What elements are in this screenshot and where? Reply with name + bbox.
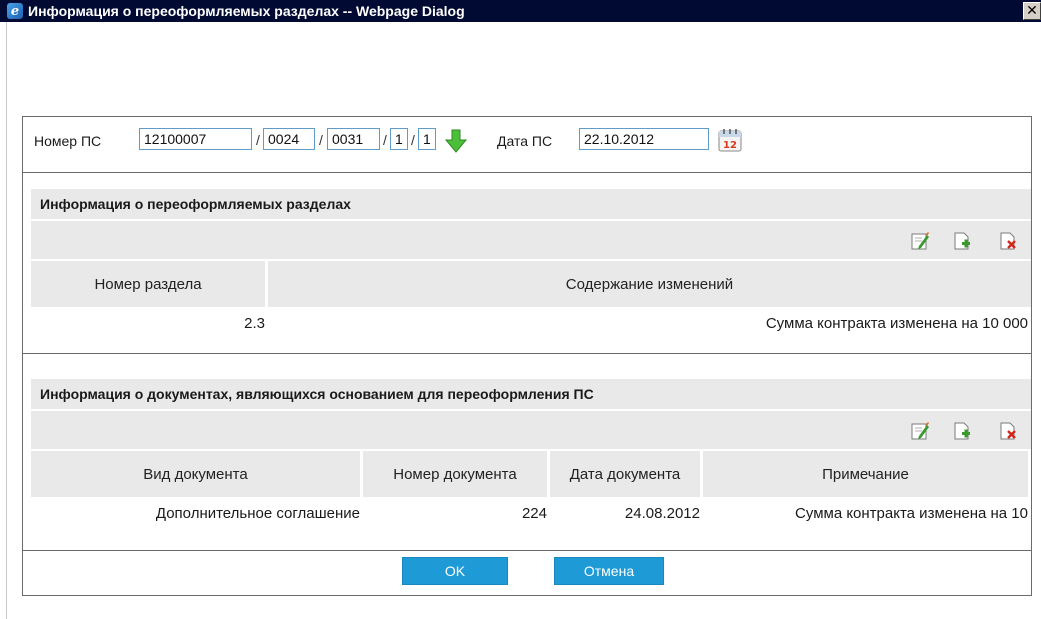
sections-table-header: Номер раздела Содержание изменений xyxy=(31,261,1031,307)
ps-number-part4-input[interactable]: 1 xyxy=(390,128,408,150)
ps-number-part3-input[interactable]: 0031 xyxy=(327,128,380,150)
column-header: Номер документа xyxy=(363,451,547,497)
column-header: Номер раздела xyxy=(31,261,265,307)
window-titlebar: e Информация о переоформляемых разделах … xyxy=(0,0,1041,22)
add-icon[interactable] xyxy=(953,422,971,440)
ps-date-label: Дата ПС xyxy=(497,133,553,149)
sections-header: Информация о переоформляемых разделах xyxy=(31,189,1031,219)
window-left-edge xyxy=(6,22,7,619)
close-icon[interactable]: ✕ xyxy=(1023,2,1041,20)
documents-block: Информация о документах, являющихся осно… xyxy=(31,379,1031,529)
ps-number-label: Номер ПС xyxy=(34,133,102,149)
table-row[interactable]: Дополнительное соглашение 224 24.08.2012… xyxy=(31,497,1031,529)
delete-icon[interactable] xyxy=(999,232,1017,250)
delete-icon[interactable] xyxy=(999,422,1017,440)
section-number-cell: 2.3 xyxy=(244,314,265,332)
divider xyxy=(23,172,1031,173)
ps-row: Номер ПС 12100007 / 0024 / 0031 / 1 / 1 … xyxy=(23,117,1031,169)
sections-toolbar xyxy=(31,221,1031,259)
ie-icon: e xyxy=(7,3,23,19)
separator-slash: / xyxy=(411,132,415,148)
down-arrow-icon[interactable] xyxy=(445,129,467,153)
ps-number-part2-input[interactable]: 0024 xyxy=(263,128,315,150)
svg-text:12: 12 xyxy=(723,140,737,151)
edit-icon[interactable] xyxy=(911,232,929,250)
calendar-icon[interactable]: 12 xyxy=(718,128,742,152)
window-title: Информация о переоформляемых разделах --… xyxy=(28,3,465,19)
note-cell: Сумма контракта изменена на 10 xyxy=(795,504,1028,522)
add-icon[interactable] xyxy=(953,232,971,250)
sections-block: Информация о переоформляемых разделах Но… xyxy=(31,189,1031,339)
documents-table-header: Вид документа Номер документа Дата докум… xyxy=(31,451,1031,497)
documents-toolbar xyxy=(31,411,1031,449)
separator-slash: / xyxy=(383,132,387,148)
divider xyxy=(23,550,1031,551)
ps-number-part5-input[interactable]: 1 xyxy=(418,128,436,150)
changes-cell: Сумма контракта изменена на 10 000 xyxy=(765,314,1028,332)
documents-header: Информация о документах, являющихся осно… xyxy=(31,379,1031,409)
ok-button[interactable]: OK xyxy=(402,557,508,585)
ps-number-part1-input[interactable]: 12100007 xyxy=(139,128,252,150)
table-row[interactable]: 2.3 Сумма контракта изменена на 10 000 xyxy=(31,307,1031,339)
doc-type-cell: Дополнительное соглашение xyxy=(155,504,360,522)
doc-number-cell: 224 xyxy=(521,504,547,522)
column-header: Вид документа xyxy=(31,451,360,497)
dialog-form: Номер ПС 12100007 / 0024 / 0031 / 1 / 1 … xyxy=(22,116,1032,596)
column-header: Дата документа xyxy=(550,451,700,497)
column-header: Содержание изменений xyxy=(268,261,1031,307)
column-header: Примечание xyxy=(703,451,1028,497)
ps-date-input[interactable]: 22.10.2012 xyxy=(579,128,709,150)
doc-date-cell: 24.08.2012 xyxy=(624,504,700,522)
separator-slash: / xyxy=(256,132,260,148)
divider xyxy=(23,353,1031,354)
cancel-button[interactable]: Отмена xyxy=(554,557,664,585)
separator-slash: / xyxy=(319,132,323,148)
edit-icon[interactable] xyxy=(911,422,929,440)
